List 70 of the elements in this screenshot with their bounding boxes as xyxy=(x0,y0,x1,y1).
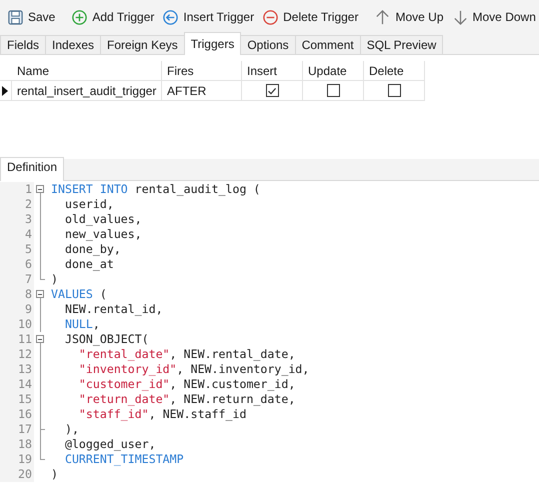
code-line: "rental_date", NEW.rental_date, xyxy=(78,347,296,362)
tab[interactable]: SQL Preview xyxy=(360,35,444,54)
up-arrow-icon xyxy=(374,8,392,26)
toolbar-button[interactable]: Move Down xyxy=(448,6,539,28)
line-number: 3 xyxy=(0,212,34,227)
toolbar-button[interactable]: Delete Trigger xyxy=(258,6,362,28)
fold-toggle[interactable] xyxy=(36,335,44,343)
checkbox[interactable] xyxy=(326,84,340,97)
code-line: "customer_id", NEW.customer_id, xyxy=(78,377,296,392)
tab[interactable]: Triggers xyxy=(184,32,242,55)
code-line: old_values, xyxy=(64,212,142,227)
tab[interactable]: Options xyxy=(240,35,296,54)
code-line: INSERT INTO rental_audit_log ( xyxy=(51,182,260,197)
line-number: 17 xyxy=(0,422,34,437)
code-line: "return_date", NEW.return_date, xyxy=(78,392,296,407)
code-line: done_by, xyxy=(64,242,121,257)
line-number: 14 xyxy=(0,377,34,392)
line-number: 8 xyxy=(0,287,34,302)
line-number: 19 xyxy=(0,452,34,467)
column-header: Name xyxy=(12,61,162,81)
column-header: Insert xyxy=(242,61,303,81)
tab[interactable]: Fields xyxy=(0,35,46,54)
plus-circle-icon xyxy=(71,8,88,26)
code-line: NULL, xyxy=(64,317,100,332)
toolbar-button[interactable]: Insert Trigger xyxy=(158,6,258,28)
code-line: userid, xyxy=(64,197,114,212)
column-header: Update xyxy=(303,61,364,81)
column-header: Fires xyxy=(162,61,242,81)
code-line: NEW.rental_id, xyxy=(64,302,163,317)
minus-circle-icon xyxy=(262,8,280,26)
code-line: done_at xyxy=(64,257,114,272)
left-arrow-circle-icon xyxy=(162,8,180,26)
code-line: JSON_OBJECT( xyxy=(64,332,149,347)
column-header: Delete xyxy=(364,61,425,81)
table-cell: rental_insert_audit_trigger xyxy=(12,81,162,101)
toolbar-button[interactable]: Add Trigger xyxy=(67,6,158,28)
table-cell: AFTER xyxy=(162,81,242,101)
checkbox[interactable] xyxy=(388,84,400,97)
line-number: 16 xyxy=(0,407,34,422)
code-line: CURRENT_TIMESTAMP xyxy=(64,452,184,467)
code-line: @logged_user, xyxy=(64,437,156,452)
fold-toggle[interactable] xyxy=(36,290,44,298)
line-number: 10 xyxy=(0,317,34,332)
line-number: 11 xyxy=(0,332,34,347)
line-number: 18 xyxy=(0,437,34,452)
tab[interactable]: Foreign Keys xyxy=(100,35,185,54)
line-number: 1 xyxy=(0,182,34,197)
down-arrow-icon xyxy=(452,8,469,26)
line-number: 2 xyxy=(0,197,34,212)
code-line: VALUES ( xyxy=(51,287,107,302)
code-line: ), xyxy=(64,422,79,437)
line-number: 4 xyxy=(0,227,34,242)
line-number: 20 xyxy=(0,467,34,482)
fold-toggle[interactable] xyxy=(36,185,44,193)
toolbar-button[interactable]: Move Up xyxy=(370,6,448,28)
code-line: ) xyxy=(51,272,58,287)
code-line: ) xyxy=(51,467,58,482)
code-line: "staff_id", NEW.staff_id xyxy=(78,407,246,422)
code-line: "inventory_id", NEW.inventory_id, xyxy=(78,362,310,377)
line-number: 6 xyxy=(0,257,34,272)
tab[interactable]: Definition xyxy=(0,157,64,181)
code-line: new_values, xyxy=(64,227,142,242)
line-number: 7 xyxy=(0,272,34,287)
line-number: 9 xyxy=(0,302,34,317)
line-number: 15 xyxy=(0,392,34,407)
toolbar-button[interactable]: Save xyxy=(3,6,60,28)
line-number: 5 xyxy=(0,242,34,257)
line-number: 12 xyxy=(0,347,34,362)
checkbox[interactable] xyxy=(266,84,278,97)
line-number: 13 xyxy=(0,362,34,377)
